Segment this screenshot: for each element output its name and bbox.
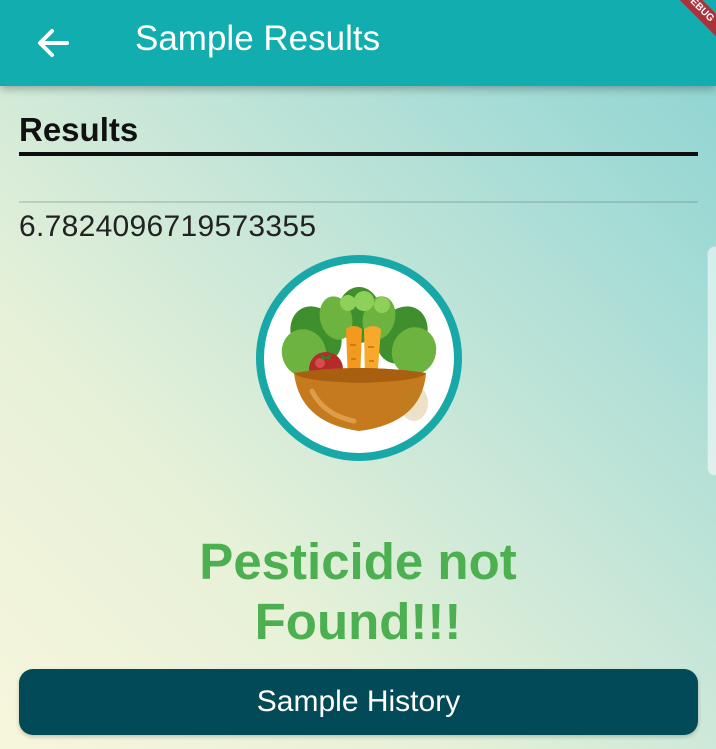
results-heading: Results xyxy=(19,111,139,148)
heading-divider xyxy=(19,152,698,156)
debug-banner-label: DEBUG xyxy=(656,0,716,53)
result-value: 6.7824096719573355 xyxy=(19,210,317,243)
edge-scroll-handle[interactable] xyxy=(707,246,716,476)
pesticide-status-message: Pesticide not Found!!! xyxy=(199,533,517,650)
back-button[interactable] xyxy=(26,16,80,70)
debug-banner: DEBUG xyxy=(656,0,716,60)
vegetable-bowl-icon xyxy=(281,287,437,431)
page-title: Sample Results xyxy=(135,19,381,58)
result-divider xyxy=(19,201,698,203)
arrow-left-icon xyxy=(38,29,69,57)
sample-history-button[interactable]: Sample History xyxy=(19,669,698,735)
vegetable-bowl-image xyxy=(256,255,462,461)
app-bar: Sample Results xyxy=(0,0,716,86)
sample-history-label: Sample History xyxy=(256,685,461,718)
